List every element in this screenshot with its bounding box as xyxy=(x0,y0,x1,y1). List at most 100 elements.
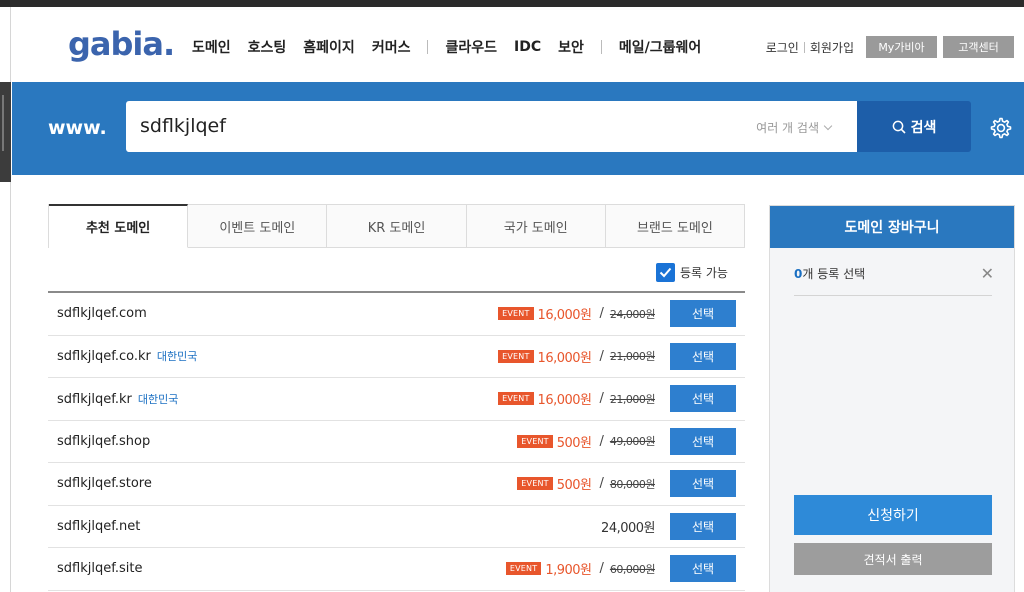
nav-domain[interactable]: 도메인 xyxy=(192,37,231,57)
price-divider: / xyxy=(599,391,604,407)
multi-search-dropdown[interactable]: 여러 개 검색 xyxy=(756,119,833,136)
login-link[interactable]: 로그인 xyxy=(766,39,799,56)
left-edge-panel xyxy=(0,7,11,592)
select-button[interactable]: 선택 xyxy=(670,512,736,540)
event-badge: EVENT xyxy=(517,477,553,491)
event-badge: EVENT xyxy=(517,434,553,448)
original-price: 60,000원 xyxy=(609,562,656,576)
nav-homepage[interactable]: 홈페이지 xyxy=(303,37,355,57)
price-cell: EVENT 16,000원 / 24,000원 xyxy=(498,304,656,323)
price-divider: / xyxy=(599,348,604,364)
tab-event[interactable]: 이벤트 도메인 xyxy=(188,205,328,247)
domain-cart: 도메인 장바구니 0개 등록 선택 ✕ 신청하기 견적서 출력 xyxy=(769,205,1015,592)
cart-selection-count: 0개 등록 선택 xyxy=(794,265,865,282)
domain-cell: sdflkjlqef.store xyxy=(57,476,152,491)
select-button[interactable]: 선택 xyxy=(670,300,736,328)
search-button[interactable]: 검색 xyxy=(857,101,971,152)
nav-mail-groupware[interactable]: 메일/그룹웨어 xyxy=(619,37,701,57)
nav-commerce[interactable]: 커머스 xyxy=(372,37,411,57)
tab-brand[interactable]: 브랜드 도메인 xyxy=(605,205,745,247)
table-row: sdflkjlqef.shop EVENT 500원 / 49,000원 선택 xyxy=(48,421,745,463)
original-price: 21,000원 xyxy=(609,350,656,364)
util-divider xyxy=(803,41,805,53)
price-divider: / xyxy=(599,561,604,577)
search-band: www. 여러 개 검색 검색 xyxy=(12,82,1024,175)
domain-name: sdflkjlqef.net xyxy=(57,518,141,534)
tab-kr[interactable]: KR 도메인 xyxy=(327,205,467,247)
price-divider: / xyxy=(599,306,604,322)
chevron-down-icon xyxy=(823,121,833,130)
multi-search-label: 여러 개 검색 xyxy=(756,121,819,135)
price-cell: EVENT 1,900원 / 60,000원 xyxy=(505,559,656,578)
www-prefix: www. xyxy=(48,117,107,139)
signup-link[interactable]: 회원가입 xyxy=(810,39,854,56)
search-icon xyxy=(892,120,906,134)
select-button[interactable]: 선택 xyxy=(670,385,736,413)
tab-recommended[interactable]: 추천 도메인 xyxy=(49,204,189,248)
table-row: sdflkjlqef.com EVENT 16,000원 / 24,000원 선… xyxy=(48,293,745,336)
site-header: gabia. 도메인 호스팅 홈페이지 커머스 클라우드 IDC 보안 메일/그… xyxy=(12,7,1024,82)
price-cell: EVENT 500원 / 80,000원 xyxy=(517,474,656,494)
table-row: sdflkjlqef.store EVENT 500원 / 80,000원 선택 xyxy=(48,463,745,506)
table-row: sdflkjlqef.net 24,000원 선택 xyxy=(48,506,745,548)
domain-cell: sdflkjlqef.com xyxy=(57,306,147,321)
price-cell: EVENT 16,000원 / 21,000원 xyxy=(498,389,656,409)
available-checkbox[interactable] xyxy=(656,263,675,282)
mygabia-button[interactable]: My가비아 xyxy=(866,36,937,58)
price-divider: / xyxy=(599,433,604,449)
original-price: 80,000원 xyxy=(609,477,656,491)
domain-name: sdflkjlqef.kr xyxy=(57,391,132,407)
original-price: 49,000원 xyxy=(609,435,656,449)
apply-button[interactable]: 신청하기 xyxy=(794,495,992,535)
available-filter[interactable]: 등록 가능 xyxy=(656,263,728,282)
support-button[interactable]: 고객센터 xyxy=(943,36,1014,58)
domain-cell: sdflkjlqef.co.kr 대한민국 xyxy=(57,348,197,364)
domain-cell: sdflkjlqef.site xyxy=(57,561,142,576)
domain-name: sdflkjlqef.store xyxy=(57,476,152,492)
window-top-strip xyxy=(0,0,1024,7)
select-button[interactable]: 선택 xyxy=(670,470,736,498)
close-icon[interactable]: ✕ xyxy=(981,264,994,283)
table-row: sdflkjlqef.site EVENT 1,900원 / 60,000원 선… xyxy=(48,548,745,591)
sale-price: 500원 xyxy=(556,478,592,494)
sale-price: 16,000원 xyxy=(537,350,592,366)
nav-divider xyxy=(600,40,602,54)
gabia-logo[interactable]: gabia. xyxy=(68,25,175,63)
table-row: sdflkjlqef.co.kr 대한민국 EVENT 16,000원 / 21,… xyxy=(48,336,745,378)
original-price: 21,000원 xyxy=(609,392,656,406)
tab-country[interactable]: 국가 도메인 xyxy=(466,205,606,247)
select-button[interactable]: 선택 xyxy=(670,342,736,370)
sale-price: 16,000원 xyxy=(537,393,592,409)
event-badge: EVENT xyxy=(498,349,534,363)
available-filter-label: 등록 가능 xyxy=(680,266,728,280)
domain-tabs: 추천 도메인 이벤트 도메인 KR 도메인 국가 도메인 브랜드 도메인 xyxy=(48,204,745,248)
table-row: sdflkjlqef.kr 대한민국 EVENT 16,000원 / 21,000… xyxy=(48,378,745,421)
check-icon xyxy=(659,267,672,278)
domain-cell: sdflkjlqef.net xyxy=(57,519,140,534)
domain-cell: sdflkjlqef.kr 대한민국 xyxy=(57,391,178,407)
search-button-label: 검색 xyxy=(910,119,937,136)
country-label: 대한민국 xyxy=(156,350,198,364)
main-nav: 도메인 호스팅 홈페이지 커머스 클라우드 IDC 보안 메일/그룹웨어 xyxy=(192,37,718,57)
nav-hosting[interactable]: 호스팅 xyxy=(248,37,287,57)
domain-name: sdflkjlqef.com xyxy=(57,306,147,322)
domain-search-input[interactable] xyxy=(140,112,700,140)
nav-cloud[interactable]: 클라우드 xyxy=(445,37,497,57)
nav-divider xyxy=(427,40,429,54)
domain-name: sdflkjlqef.co.kr xyxy=(57,349,151,365)
cart-title: 도메인 장바구니 xyxy=(770,206,1014,248)
select-button[interactable]: 선택 xyxy=(670,555,736,583)
country-label: 대한민국 xyxy=(137,392,179,406)
sale-price: 500원 xyxy=(556,435,592,451)
gear-icon[interactable] xyxy=(987,115,1013,141)
select-button[interactable]: 선택 xyxy=(670,427,736,455)
nav-security[interactable]: 보안 xyxy=(558,37,584,57)
cart-count-label: 개 등록 선택 xyxy=(802,267,866,281)
original-price: 24,000원 xyxy=(609,307,656,321)
event-badge: EVENT xyxy=(498,307,534,321)
domain-cell: sdflkjlqef.shop xyxy=(57,434,150,449)
print-quote-button[interactable]: 견적서 출력 xyxy=(794,543,992,575)
domain-results: sdflkjlqef.com EVENT 16,000원 / 24,000원 선… xyxy=(48,291,745,591)
cart-divider xyxy=(794,295,992,296)
nav-idc[interactable]: IDC xyxy=(514,39,541,55)
